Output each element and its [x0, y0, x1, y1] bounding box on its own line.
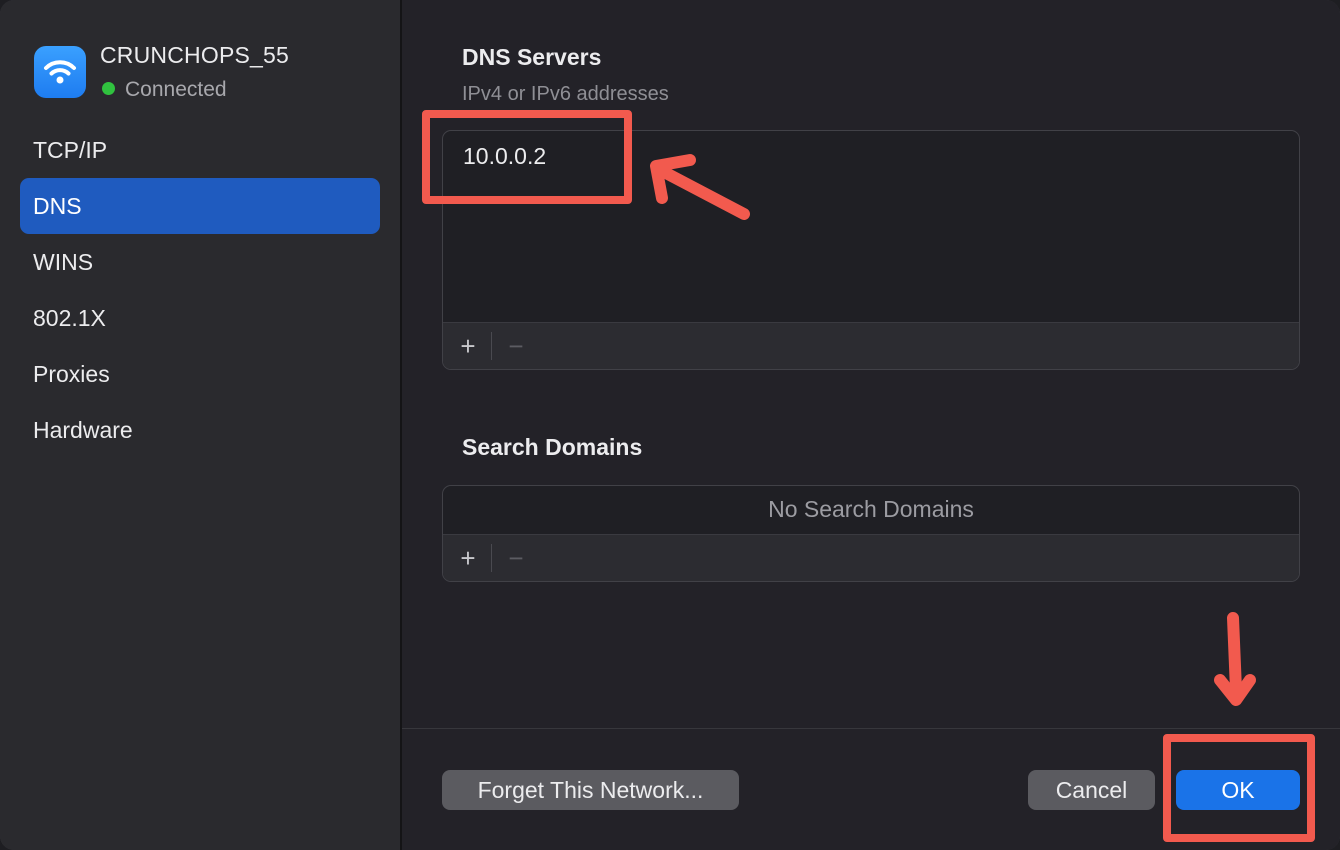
status-dot-icon — [102, 82, 115, 95]
remove-search-domain-button[interactable]: − — [493, 535, 539, 581]
remove-dns-server-button[interactable]: − — [493, 323, 539, 369]
cancel-button[interactable]: Cancel — [1028, 770, 1155, 810]
annotation-highlight-dns-entry — [422, 110, 632, 204]
network-settings-window: CRUNCHOPS_55 Connected TCP/IP DNS WINS 8… — [0, 0, 1340, 850]
search-domains-title: Search Domains — [462, 434, 643, 460]
sidebar: CRUNCHOPS_55 Connected TCP/IP DNS WINS 8… — [0, 0, 402, 850]
wifi-icon — [34, 46, 86, 98]
dns-servers-title: DNS Servers — [462, 44, 602, 70]
footer-divider — [402, 728, 1340, 729]
dns-servers-subtitle: IPv4 or IPv6 addresses — [462, 83, 669, 105]
search-domains-empty-text: No Search Domains — [768, 496, 974, 522]
network-name: CRUNCHOPS_55 — [100, 42, 290, 68]
sidebar-item-8021x[interactable]: 802.1X — [20, 290, 380, 346]
sidebar-item-tcpip[interactable]: TCP/IP — [20, 122, 380, 178]
sidebar-item-proxies[interactable]: Proxies — [20, 346, 380, 402]
sidebar-item-dns[interactable]: DNS — [20, 178, 380, 234]
sidebar-item-wins[interactable]: WINS — [20, 234, 380, 290]
forget-network-button[interactable]: Forget This Network... — [442, 770, 739, 810]
sidebar-item-hardware[interactable]: Hardware — [20, 402, 380, 458]
network-header: CRUNCHOPS_55 Connected — [34, 42, 394, 102]
add-search-domain-button[interactable]: + — [445, 535, 491, 581]
connection-status: Connected — [102, 78, 227, 102]
dns-servers-toolbar: + − — [443, 322, 1299, 369]
toolbar-divider — [491, 544, 492, 572]
status-text: Connected — [125, 78, 227, 101]
search-domains-list[interactable]: No Search Domains + − — [442, 485, 1300, 582]
add-dns-server-button[interactable]: + — [445, 323, 491, 369]
toolbar-divider — [491, 332, 492, 360]
sidebar-nav: TCP/IP DNS WINS 802.1X Proxies Hardware — [20, 122, 380, 458]
annotation-highlight-ok — [1163, 734, 1315, 842]
search-domains-toolbar: + − — [443, 534, 1299, 581]
